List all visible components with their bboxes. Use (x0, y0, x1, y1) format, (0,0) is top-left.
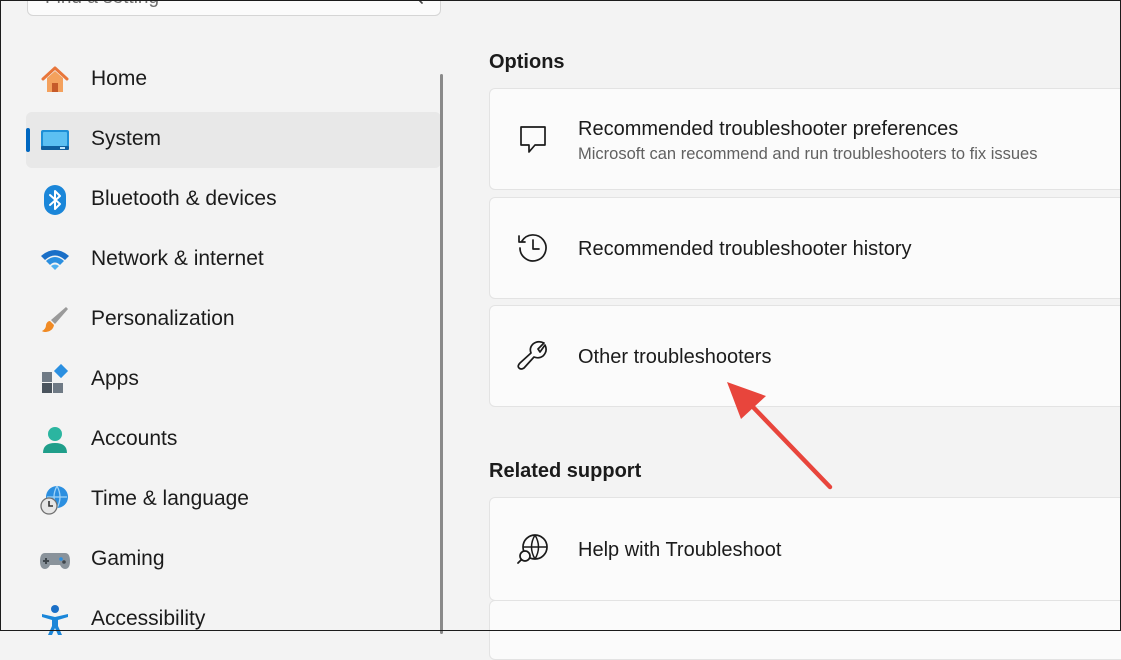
annotation-arrow (727, 382, 833, 490)
